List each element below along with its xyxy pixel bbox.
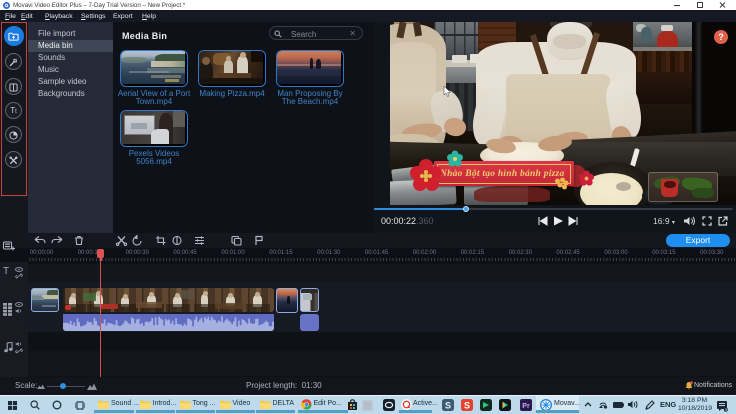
svg-text:S: S — [463, 400, 469, 410]
svg-text:Pr: Pr — [522, 403, 530, 410]
svg-text:S: S — [444, 400, 450, 410]
